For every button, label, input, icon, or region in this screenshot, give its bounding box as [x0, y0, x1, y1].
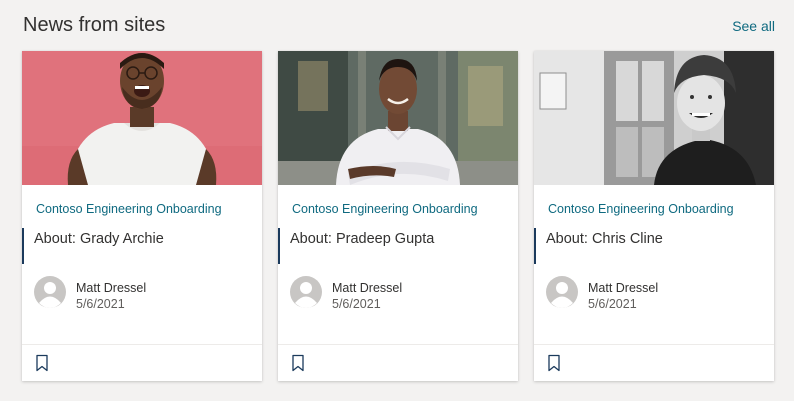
publish-date: 5/6/2021 — [588, 297, 637, 311]
news-title-link[interactable]: About: Chris Cline — [546, 229, 663, 249]
publish-date: 5/6/2021 — [76, 297, 125, 311]
card-footer — [22, 344, 262, 381]
section-title: News from sites — [23, 14, 166, 36]
see-all-link[interactable]: See all — [732, 16, 775, 36]
author-name: Matt Dressel — [76, 281, 147, 295]
news-title-link[interactable]: About: Pradeep Gupta — [290, 229, 434, 249]
news-thumbnail-image[interactable] — [22, 51, 262, 185]
title-accent-bar — [278, 228, 280, 264]
person-avatar-icon — [290, 276, 322, 308]
bookmark-icon[interactable] — [34, 354, 50, 372]
person-avatar-icon — [34, 276, 66, 308]
card-footer — [534, 344, 774, 381]
news-title-link[interactable]: About: Grady Archie — [34, 229, 164, 249]
bookmark-icon[interactable] — [290, 354, 306, 372]
author-name: Matt Dressel — [588, 281, 659, 295]
bookmark-icon[interactable] — [546, 354, 562, 372]
site-name-link[interactable]: Contoso Engineering Onboarding — [292, 201, 478, 217]
site-name-link[interactable]: Contoso Engineering Onboarding — [36, 201, 222, 217]
person-avatar-icon — [546, 276, 578, 308]
site-name-link[interactable]: Contoso Engineering Onboarding — [548, 201, 734, 217]
news-card-list: Contoso Engineering Onboarding About: Gr… — [22, 51, 774, 381]
news-card[interactable]: Contoso Engineering Onboarding About: Gr… — [22, 51, 262, 381]
author-name: Matt Dressel — [332, 281, 403, 295]
card-footer — [278, 344, 518, 381]
news-card[interactable]: Contoso Engineering Onboarding About: Pr… — [278, 51, 518, 381]
publish-date: 5/6/2021 — [332, 297, 381, 311]
title-accent-bar — [22, 228, 24, 264]
news-thumbnail-image[interactable] — [278, 51, 518, 185]
title-accent-bar — [534, 228, 536, 264]
news-card[interactable]: Contoso Engineering Onboarding About: Ch… — [534, 51, 774, 381]
news-thumbnail-image[interactable] — [534, 51, 774, 185]
